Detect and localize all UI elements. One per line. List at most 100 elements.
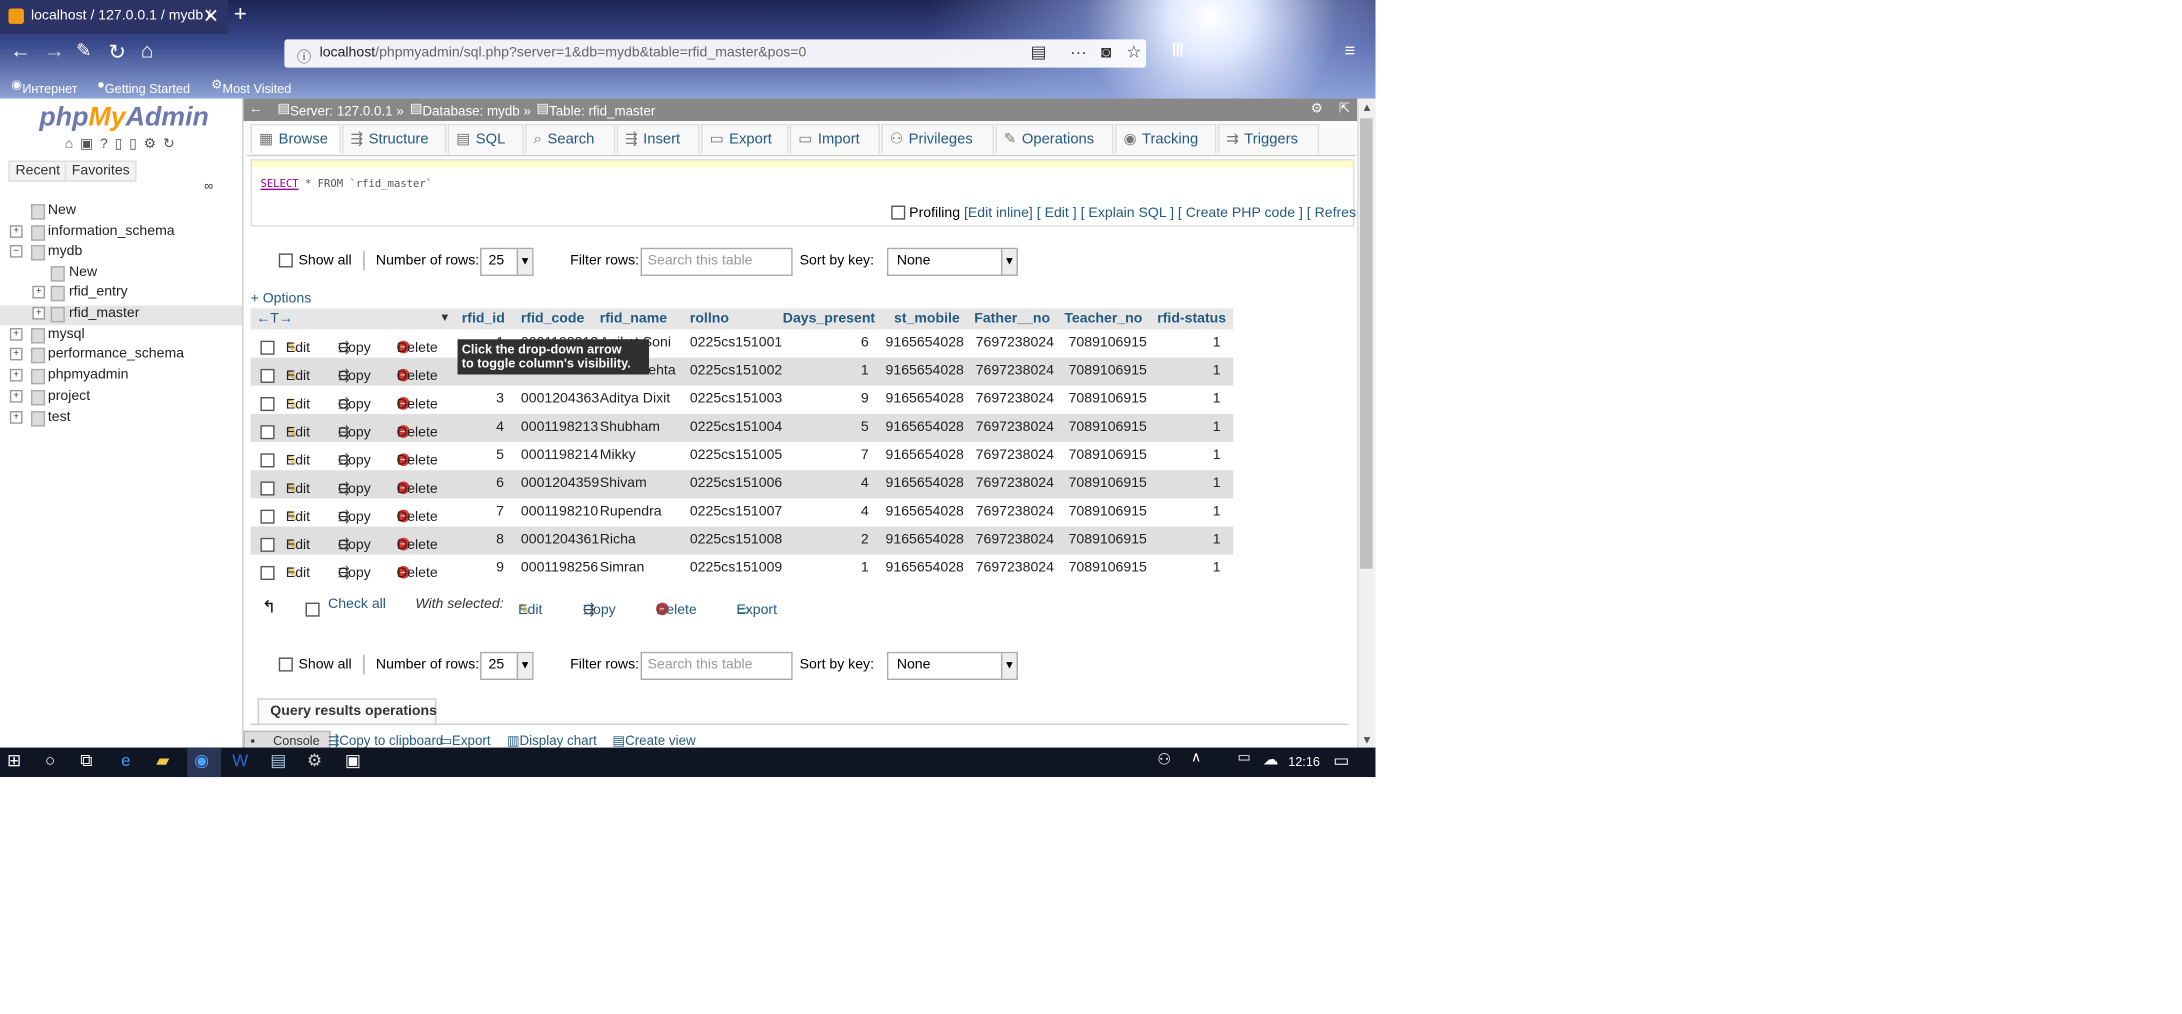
- home-icon[interactable]: ⌂: [65, 137, 75, 152]
- cell-teacher-no[interactable]: 7089106915: [1069, 391, 1147, 406]
- close-tab-icon[interactable]: ✕: [203, 4, 220, 28]
- cell-father-no[interactable]: 7697238024: [976, 504, 1054, 519]
- expand-icon[interactable]: +: [32, 285, 46, 299]
- cell-days-present[interactable]: 5: [783, 420, 869, 435]
- cell-rfid-code[interactable]: 0001204363: [521, 391, 599, 406]
- scrollbar-thumb[interactable]: [1360, 118, 1373, 569]
- notifications-icon[interactable]: ▭: [1333, 750, 1349, 770]
- cell-rfid-status[interactable]: 1: [1157, 532, 1221, 547]
- cell-rollno[interactable]: 0225cs151005: [690, 448, 782, 463]
- cell-rfid-name[interactable]: Shubham: [600, 420, 660, 435]
- cell-rfid-id[interactable]: 6: [462, 476, 504, 491]
- photos-icon[interactable]: ▣: [345, 750, 361, 770]
- cell-rollno[interactable]: 0225cs151007: [690, 504, 782, 519]
- tree-item-rfid-entry[interactable]: + rfid_entry: [0, 284, 242, 304]
- show-all-checkbox-bottom[interactable]: [278, 657, 293, 673]
- col-rfid-name[interactable]: rfid_name: [600, 311, 667, 326]
- cell-father-no[interactable]: 7697238024: [976, 476, 1054, 491]
- cell-rollno[interactable]: 0225cs151004: [690, 420, 782, 435]
- cell-rfid-name[interactable]: Shivam: [600, 476, 647, 491]
- maximize-icon[interactable]: ⇱: [1339, 101, 1350, 116]
- cell-teacher-no[interactable]: 7089106915: [1069, 532, 1147, 547]
- expand-icon[interactable]: +: [9, 347, 23, 361]
- col-rfid-status[interactable]: rfid-status: [1157, 311, 1226, 326]
- settings-icon[interactable]: ⚙: [144, 137, 158, 152]
- cell-days-present[interactable]: 7: [783, 448, 869, 463]
- settings-icon[interactable]: ⚙: [1311, 101, 1323, 116]
- cell-days-present[interactable]: 4: [783, 476, 869, 491]
- edge-icon[interactable]: e: [121, 750, 130, 770]
- clock[interactable]: 12:16: [1288, 755, 1320, 769]
- col-rfid-id[interactable]: rfid_id: [462, 311, 505, 326]
- cell-days-present[interactable]: 6: [783, 335, 869, 350]
- word-icon[interactable]: W: [232, 750, 248, 770]
- col-rfid-code[interactable]: rfid_code: [521, 311, 584, 326]
- tree-item-project[interactable]: + project: [0, 389, 242, 409]
- scroll-down-icon[interactable]: ▼: [1361, 734, 1372, 747]
- cell-father-no[interactable]: 7697238024: [976, 363, 1054, 378]
- site-info-icon[interactable]: ⓘ: [297, 45, 311, 66]
- cell-rfid-status[interactable]: 1: [1157, 335, 1221, 350]
- docs-icon[interactable]: ▯: [115, 137, 124, 152]
- breadcrumb-database[interactable]: ▤ Database: mydb »: [410, 101, 531, 119]
- cell-rollno[interactable]: 0225cs151003: [690, 391, 782, 406]
- pocket-icon[interactable]: ◙: [1101, 42, 1111, 62]
- cell-rfid-code[interactable]: 0001198214: [521, 448, 598, 463]
- cell-teacher-no[interactable]: 7089106915: [1069, 476, 1147, 491]
- cell-rfid-status[interactable]: 1: [1157, 476, 1221, 491]
- expand-icon[interactable]: +: [9, 411, 23, 424]
- expand-icon[interactable]: +: [9, 368, 23, 382]
- cell-rfid-status[interactable]: 1: [1157, 448, 1221, 463]
- browser-tab[interactable]: localhost / 127.0.0.1 / mydb / ✕: [0, 0, 229, 34]
- cell-rfid-id[interactable]: 7: [462, 504, 504, 519]
- back-icon[interactable]: ←: [10, 39, 31, 63]
- tab-privileges[interactable]: ⚇ Privileges: [881, 123, 994, 154]
- tab-search[interactable]: ⌕ Search: [525, 123, 616, 154]
- cell-rfid-code[interactable]: 0001198213: [521, 420, 598, 435]
- cell-st-mobile[interactable]: 9165654028: [886, 420, 964, 435]
- cell-days-present[interactable]: 1: [783, 560, 869, 575]
- cell-teacher-no[interactable]: 7089106915: [1069, 448, 1147, 463]
- cell-st-mobile[interactable]: 9165654028: [886, 448, 964, 463]
- phpmyadmin-logo[interactable]: phpMyAdmin: [39, 103, 208, 134]
- cell-father-no[interactable]: 7697238024: [976, 391, 1054, 406]
- cell-rollno[interactable]: 0225cs151001: [690, 335, 782, 350]
- xampp-icon[interactable]: ⚙: [307, 750, 322, 770]
- bookmark-most-visited[interactable]: ⚙ Most Visited: [211, 77, 291, 95]
- cell-teacher-no[interactable]: 7089106915: [1069, 420, 1147, 435]
- cell-father-no[interactable]: 7697238024: [976, 448, 1054, 463]
- cell-st-mobile[interactable]: 9165654028: [886, 532, 964, 547]
- tab-insert[interactable]: ⇶ Insert: [616, 123, 700, 154]
- cortana-icon[interactable]: ○: [45, 750, 55, 770]
- cell-rollno[interactable]: 0225cs151008: [690, 532, 782, 547]
- column-resize-arrows-icon[interactable]: ←T→: [256, 311, 293, 326]
- cell-rollno[interactable]: 0225cs151009: [690, 560, 782, 575]
- favorites-tab[interactable]: Favorites: [64, 160, 137, 182]
- cell-father-no[interactable]: 7697238024: [976, 335, 1054, 350]
- cell-st-mobile[interactable]: 9165654028: [886, 476, 964, 491]
- cell-teacher-no[interactable]: 7089106915: [1069, 560, 1147, 575]
- bookmark-star-icon[interactable]: ☆: [1126, 42, 1141, 62]
- cell-rfid-status[interactable]: 1: [1157, 420, 1221, 435]
- cell-rfid-status[interactable]: 1: [1157, 363, 1221, 378]
- check-all-label[interactable]: Check all: [328, 597, 386, 612]
- library-icon[interactable]: Ⅲ: [1171, 39, 1184, 62]
- help-icon[interactable]: ?: [100, 137, 109, 152]
- collapse-panel-icon[interactable]: ←: [249, 101, 262, 116]
- people-icon[interactable]: ⚇: [1157, 750, 1171, 769]
- recent-tab[interactable]: Recent: [8, 160, 68, 182]
- tab-export[interactable]: ▭ Export: [701, 123, 789, 154]
- menu-icon[interactable]: ≡: [1345, 39, 1356, 60]
- tree-item-mydb-new[interactable]: New: [0, 265, 242, 285]
- show-all-checkbox[interactable]: [278, 253, 293, 269]
- tab-import[interactable]: ▭ Import: [789, 123, 880, 154]
- expand-icon[interactable]: +: [9, 225, 23, 238]
- tree-item-mydb[interactable]: − mydb: [0, 244, 242, 264]
- breadcrumb-server[interactable]: ▤ Server: 127.0.0.1 »: [277, 101, 403, 119]
- tree-item-information-schema[interactable]: + information_schema: [0, 224, 242, 244]
- network-icon[interactable]: ☁: [1263, 750, 1278, 769]
- cell-st-mobile[interactable]: 9165654028: [886, 504, 964, 519]
- cell-rollno[interactable]: 0225cs151006: [690, 476, 782, 491]
- tree-item-phpmyadmin[interactable]: + phpmyadmin: [0, 367, 242, 387]
- tree-item-rfid-master[interactable]: + rfid_master: [0, 305, 243, 326]
